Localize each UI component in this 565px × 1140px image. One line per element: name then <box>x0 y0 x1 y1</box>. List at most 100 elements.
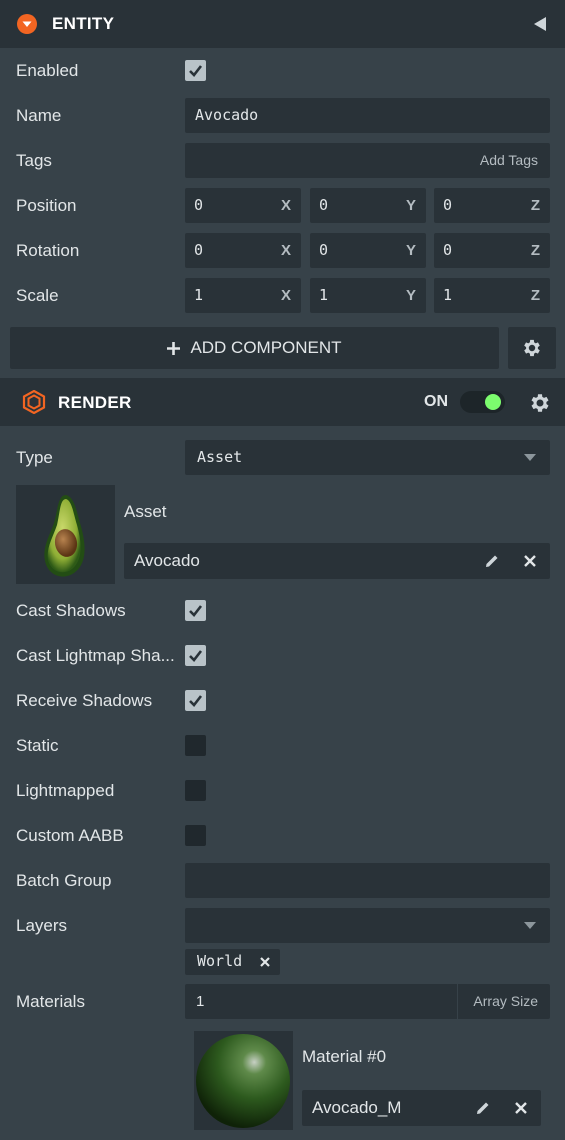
render-component-icon <box>22 390 46 414</box>
static-row: Static <box>0 723 565 768</box>
axis-y-label: Y <box>405 242 416 259</box>
position-y-value: 0 <box>319 196 329 214</box>
material-picker-field[interactable]: Avocado_M <box>302 1090 541 1126</box>
lightmapped-checkbox[interactable] <box>185 780 206 801</box>
position-x-input[interactable]: 0X <box>185 188 301 223</box>
scale-z-input[interactable]: 1Z <box>434 278 550 313</box>
toggle-knob <box>485 394 501 410</box>
asset-thumbnail[interactable] <box>16 485 115 584</box>
material-thumbnail[interactable] <box>194 1031 293 1130</box>
position-y-input[interactable]: 0Y <box>310 188 426 223</box>
rotation-x-input[interactable]: 0X <box>185 233 301 268</box>
type-label: Type <box>16 448 53 467</box>
position-row: Position 0X 0Y 0Z <box>0 183 565 228</box>
remove-layer-close-icon[interactable] <box>260 957 270 967</box>
batch-group-label: Batch Group <box>16 871 112 890</box>
gear-icon <box>524 339 540 357</box>
lightmapped-label: Lightmapped <box>16 781 115 800</box>
tags-input[interactable]: Add Tags <box>185 143 550 178</box>
rotation-y-value: 0 <box>319 241 329 259</box>
tags-label: Tags <box>16 151 52 170</box>
entity-panel-header[interactable]: ENTITY <box>0 0 565 48</box>
type-select[interactable]: Asset <box>185 440 550 475</box>
enabled-label: Enabled <box>16 61 79 80</box>
rotation-z-value: 0 <box>443 241 453 259</box>
enabled-checkbox[interactable] <box>185 60 206 81</box>
array-size-label: Array Size <box>473 993 538 1009</box>
material-sphere-preview-image <box>196 1034 290 1128</box>
receive-shadows-label: Receive Shadows <box>16 691 153 710</box>
batch-group-row: Batch Group <box>0 858 565 903</box>
check-icon <box>189 65 203 77</box>
layer-tag-world: World <box>185 949 280 975</box>
type-select-value: Asset <box>197 448 243 466</box>
rotation-z-input[interactable]: 0Z <box>434 233 550 268</box>
scale-y-value: 1 <box>319 286 329 304</box>
layers-select[interactable] <box>185 908 550 943</box>
layers-label: Layers <box>16 916 68 935</box>
static-label: Static <box>16 736 59 755</box>
cast-lightmap-shadows-checkbox[interactable] <box>185 645 206 666</box>
name-input[interactable]: Avocado <box>185 98 550 133</box>
layers-row: Layers <box>0 903 565 948</box>
asset-label: Asset <box>124 502 167 521</box>
receive-shadows-row: Receive Shadows <box>0 678 565 723</box>
scale-x-input[interactable]: 1X <box>185 278 301 313</box>
render-panel-header[interactable]: RENDER ON <box>0 378 565 426</box>
axis-x-label: X <box>280 287 291 304</box>
check-icon <box>189 605 203 617</box>
enabled-row: Enabled <box>0 48 565 93</box>
batch-group-select[interactable] <box>185 863 550 898</box>
position-label: Position <box>16 196 77 215</box>
axis-z-label: Z <box>530 287 540 304</box>
position-z-value: 0 <box>443 196 453 214</box>
rotation-row: Rotation 0X 0Y 0Z <box>0 228 565 273</box>
cast-shadows-checkbox[interactable] <box>185 600 206 621</box>
panel-collapse-arrow-icon[interactable] <box>533 16 547 32</box>
type-row: Type Asset <box>0 435 565 480</box>
scale-z-value: 1 <box>443 286 453 304</box>
axis-z-label: Z <box>530 242 540 259</box>
position-z-input[interactable]: 0Z <box>434 188 550 223</box>
check-icon <box>189 695 203 707</box>
collapse-chevron-icon[interactable] <box>16 13 38 35</box>
tags-row: Tags Add Tags <box>0 138 565 183</box>
cast-shadows-row: Cast Shadows <box>0 588 565 633</box>
close-icon[interactable] <box>515 1102 527 1114</box>
chevron-down-icon <box>524 922 536 929</box>
material-slot-label: Material #0 <box>302 1047 387 1066</box>
rotation-y-input[interactable]: 0Y <box>310 233 426 268</box>
pencil-edit-icon[interactable] <box>475 1100 491 1116</box>
pencil-edit-icon[interactable] <box>484 553 500 569</box>
materials-array-size-input[interactable]: 1 Array Size <box>185 984 550 1019</box>
array-size-divider <box>457 984 458 1019</box>
scale-label: Scale <box>16 286 59 305</box>
custom-aabb-label: Custom AABB <box>16 826 124 845</box>
entity-settings-button[interactable] <box>508 327 556 369</box>
add-tags-placeholder[interactable]: Add Tags <box>480 143 538 178</box>
check-icon <box>189 650 203 662</box>
layer-tag-label: World <box>197 952 243 970</box>
plus-icon <box>167 341 181 355</box>
scale-y-input[interactable]: 1Y <box>310 278 426 313</box>
axis-y-label: Y <box>405 197 416 214</box>
position-x-value: 0 <box>194 196 204 214</box>
custom-aabb-checkbox[interactable] <box>185 825 206 846</box>
render-settings-gear-icon[interactable] <box>528 391 552 415</box>
cast-lightmap-shadows-label: Cast Lightmap Sha... <box>16 646 175 665</box>
material-value: Avocado_M <box>312 1098 402 1117</box>
rotation-label: Rotation <box>16 241 80 260</box>
close-icon[interactable] <box>524 555 536 567</box>
static-checkbox[interactable] <box>185 735 206 756</box>
scale-row: Scale 1X 1Y 1Z <box>0 273 565 318</box>
receive-shadows-checkbox[interactable] <box>185 690 206 711</box>
asset-picker-field[interactable]: Avocado <box>124 543 550 579</box>
chevron-down-icon <box>524 454 536 461</box>
axis-x-label: X <box>280 242 291 259</box>
materials-count: 1 <box>196 993 205 1010</box>
add-component-button[interactable]: ADD COMPONENT <box>10 327 499 369</box>
render-enabled-toggle[interactable] <box>460 391 505 413</box>
materials-row: Materials 1 Array Size <box>0 979 565 1024</box>
name-row: Name Avocado <box>0 93 565 138</box>
name-label: Name <box>16 106 62 125</box>
